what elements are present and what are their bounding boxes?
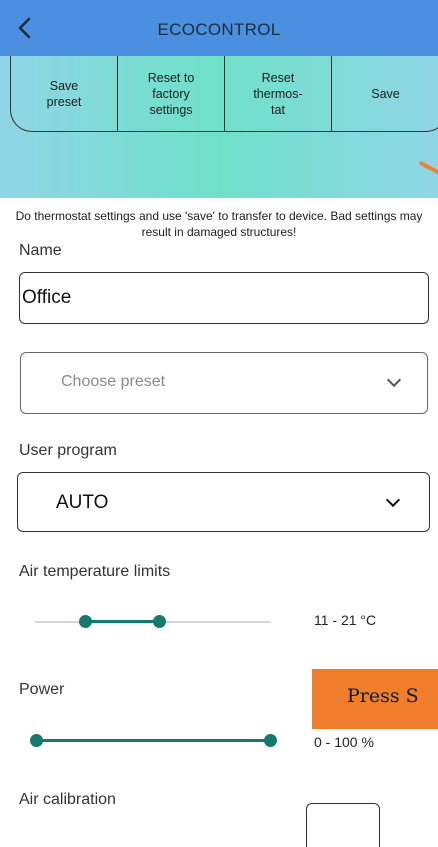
air-temperature-low-handle[interactable] <box>79 615 92 628</box>
air-temperature-slider-range <box>86 620 159 623</box>
user-program-label: User program <box>19 442 117 459</box>
air-calibration-input[interactable] <box>306 803 380 847</box>
action-panel: Save preset Reset to factory settings Re… <box>0 56 438 239</box>
user-program-dropdown[interactable]: AUTO <box>17 472 430 532</box>
name-label: Name <box>19 242 62 259</box>
preset-placeholder: Choose preset <box>61 373 166 390</box>
tutorial-overlay: Press S <box>312 669 438 729</box>
power-high-handle[interactable] <box>264 734 277 747</box>
power-value: 0 - 100 % <box>314 734 374 750</box>
save-warning: Do thermostat settings and use 'save' to… <box>15 209 423 239</box>
app-header: ECOCONTROL <box>0 0 438 56</box>
preset-dropdown[interactable]: Choose preset <box>20 352 428 414</box>
save-button[interactable]: Save <box>332 56 438 131</box>
chevron-down-icon <box>385 492 401 508</box>
power-low-handle[interactable] <box>30 734 43 747</box>
power-label: Power <box>19 681 65 698</box>
air-temperature-value: 11 - 21 °C <box>314 612 377 628</box>
reset-factory-button[interactable]: Reset to factory settings <box>118 56 225 131</box>
name-input[interactable]: Office <box>19 272 429 324</box>
chevron-down-icon <box>386 372 402 388</box>
air-temperature-high-handle[interactable] <box>153 615 166 628</box>
pointer-arrow-icon <box>418 160 438 176</box>
page-title: ECOCONTROL <box>157 20 281 39</box>
tutorial-overlay-text: Press S <box>347 685 419 707</box>
air-temperature-label: Air temperature limits <box>19 563 171 580</box>
reset-thermostat-button[interactable]: Reset thermos- tat <box>225 56 332 131</box>
user-program-value: AUTO <box>56 492 109 513</box>
save-preset-button[interactable]: Save preset <box>11 56 118 131</box>
action-toolbar: Save preset Reset to factory settings Re… <box>10 56 438 132</box>
air-calibration-label: Air calibration <box>19 791 116 808</box>
power-slider-range[interactable] <box>36 739 270 742</box>
